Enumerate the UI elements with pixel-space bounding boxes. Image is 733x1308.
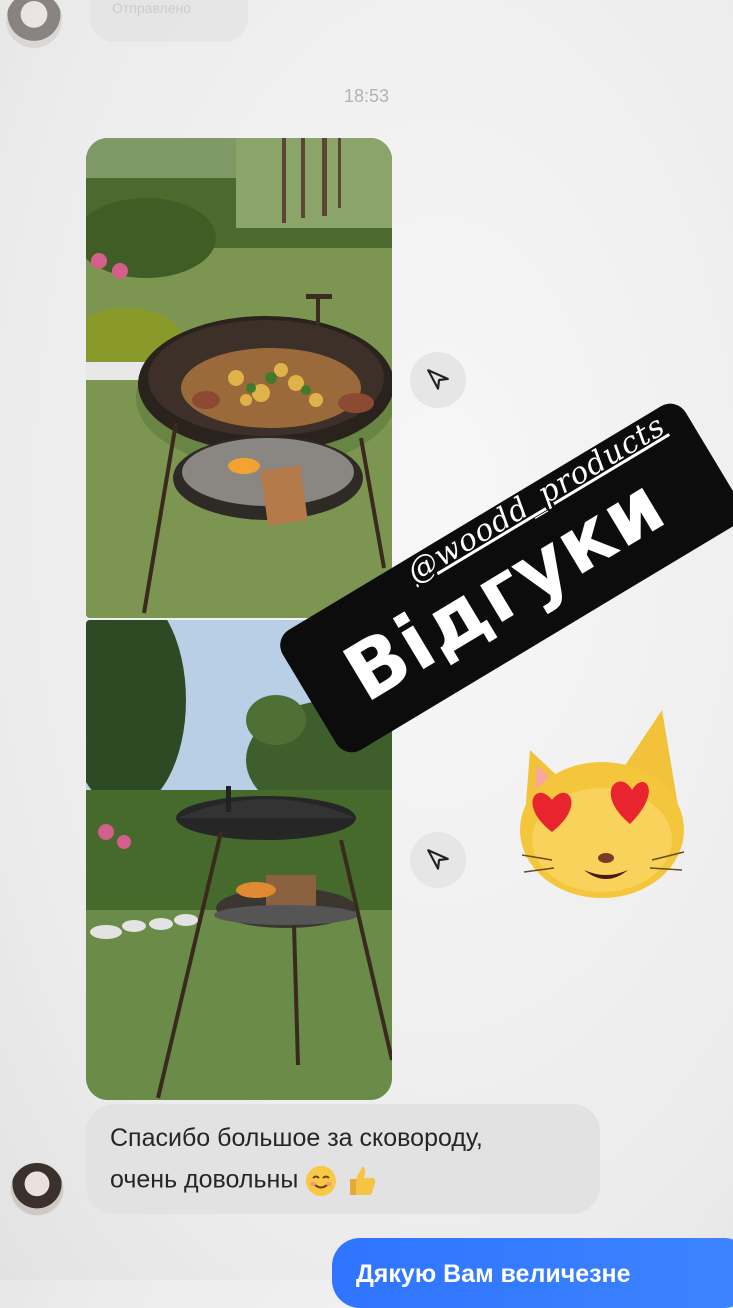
photo-grill-with-food[interactable] [86,138,392,618]
share-icon [427,849,449,870]
outgoing-message-bubble[interactable]: Дякую Вам величезне [332,1238,733,1308]
sender-avatar-top[interactable] [6,0,62,48]
share-button[interactable] [410,352,466,408]
message-line-1: Спасибо большое за сковороду, [110,1124,483,1152]
smiling-face-emoji [306,1166,337,1196]
previous-message-bubble[interactable]: Отправлено [90,0,248,42]
sender-avatar[interactable] [10,1162,64,1216]
thumbs-up-emoji [350,1167,376,1195]
outgoing-message-text: Дякую Вам величезне [356,1260,631,1288]
heart-eyes-cat-sticker [520,710,685,898]
share-icon [427,369,449,390]
previous-message-text: Отправлено [112,0,192,16]
share-button[interactable] [410,832,466,888]
incoming-message-bubble[interactable]: Спасибо большое за сковороду, очень дово… [86,1104,600,1214]
message-timestamp: 18:53 [343,86,390,106]
message-line-2-text: очень довольны [110,1165,299,1194]
message-line-2: очень довольны [110,1164,378,1198]
